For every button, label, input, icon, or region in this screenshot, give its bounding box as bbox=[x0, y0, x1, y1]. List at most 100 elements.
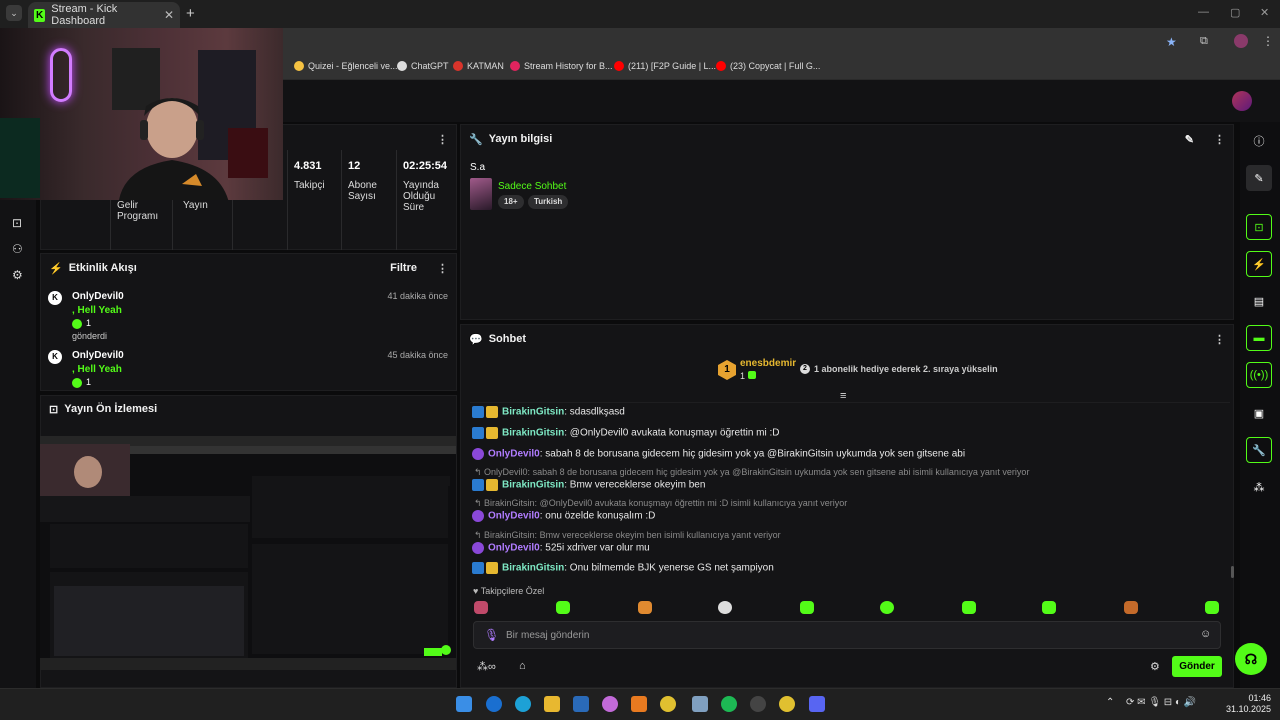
tag-badge[interactable]: 18+ bbox=[498, 195, 524, 209]
gift-icon bbox=[747, 371, 756, 379]
bookmark-item[interactable]: KATMAN bbox=[453, 61, 504, 71]
tab-search-chevron-icon[interactable]: ⌄ bbox=[6, 5, 22, 21]
send-button[interactable]: Gönder bbox=[1172, 656, 1222, 677]
browser-tab[interactable]: K Stream - Kick Dashboard ✕ bbox=[28, 2, 180, 28]
file-explorer-icon[interactable] bbox=[544, 696, 560, 712]
taskbar-clock[interactable]: 01:46 31.10.2025 bbox=[1226, 693, 1271, 715]
activity-feed-title: Etkinlik Akışı bbox=[68, 262, 137, 274]
rank-two-icon: 2 bbox=[800, 364, 810, 374]
broadcast-icon[interactable]: ((•)) bbox=[1246, 362, 1272, 388]
info-icon[interactable]: ⓘ bbox=[1246, 128, 1272, 154]
bookmark-item[interactable]: (211) [F2P Guide | L... bbox=[614, 61, 716, 71]
copilot-icon[interactable] bbox=[602, 696, 618, 712]
gift-cta-text[interactable]: 1 abonelik hediye ederek 2. sıraya yükse… bbox=[814, 364, 998, 374]
chat-bubble-icon[interactable]: ▬ bbox=[1246, 325, 1272, 351]
chat-filter-icon[interactable]: ≡ bbox=[840, 390, 846, 402]
chat-bubble-icon: 💬 bbox=[469, 333, 483, 346]
edit-pencil-icon[interactable]: ✎ bbox=[1246, 165, 1272, 191]
tag-badge[interactable]: Turkish bbox=[528, 195, 569, 209]
tab-close-icon[interactable]: ✕ bbox=[164, 8, 174, 22]
store-icon[interactable]: ⌂ bbox=[519, 660, 526, 672]
spotify-icon[interactable] bbox=[721, 696, 737, 712]
screen-capture-icon[interactable]: ⊡ bbox=[12, 216, 22, 230]
emote-icon[interactable] bbox=[1124, 601, 1138, 614]
followers-only-label: ♥ Takipçilere Özel bbox=[473, 586, 545, 596]
bolt-icon[interactable]: ⚡ bbox=[1246, 251, 1272, 277]
chat-title: Sohbet bbox=[488, 333, 526, 345]
window-close-icon[interactable]: ✕ bbox=[1260, 6, 1269, 19]
vlc-icon[interactable] bbox=[631, 696, 647, 712]
maximize-icon[interactable]: ▢ bbox=[1230, 6, 1240, 19]
emote-icon[interactable] bbox=[962, 601, 976, 614]
discord-icon[interactable] bbox=[809, 696, 825, 712]
emote-icon[interactable] bbox=[880, 601, 894, 614]
kebab-menu-icon[interactable]: ⋮ bbox=[1214, 133, 1225, 146]
emote-icon[interactable] bbox=[1205, 601, 1219, 614]
windows-start-icon[interactable] bbox=[456, 696, 472, 712]
wrench-icon: 🔧 bbox=[469, 133, 483, 146]
stream-preview-video[interactable] bbox=[40, 436, 456, 670]
browser-tab-bar: ⌄ K Stream - Kick Dashboard ✕ + — ▢ ✕ bbox=[0, 0, 1280, 28]
devil-badge-icon bbox=[472, 448, 484, 460]
kebab-menu-icon[interactable]: ⋮ bbox=[1214, 333, 1225, 346]
chat-message: OnlyDevil0: onu özelde konuşalım :D bbox=[472, 510, 655, 522]
emote-icon[interactable] bbox=[800, 601, 814, 614]
stream-info-panel: 🔧 Yayın bilgisi ✎ ⋮ bbox=[460, 124, 1234, 320]
chat-message: BirakinGitsin: @OnlyDevil0 avukata konuş… bbox=[472, 427, 779, 439]
minimize-icon[interactable]: — bbox=[1198, 6, 1209, 18]
users-icon[interactable]: ⚇ bbox=[12, 242, 23, 256]
obs-icon[interactable] bbox=[750, 696, 766, 712]
tray-icons[interactable]: ⟳ ✉ 🎙 ⊟ ◐ 🔊 bbox=[1126, 697, 1196, 708]
browser-menu-icon[interactable]: ⋮ bbox=[1262, 34, 1274, 48]
document-icon[interactable]: ▤ bbox=[1246, 288, 1272, 314]
category-thumbnail[interactable] bbox=[470, 178, 492, 210]
stat-live-duration: 02:25:54 Yayında Olduğu Süre bbox=[396, 150, 457, 250]
chrome-icon[interactable] bbox=[660, 696, 676, 712]
crown-badge-icon bbox=[486, 427, 498, 439]
verified-badge-icon bbox=[472, 427, 484, 439]
emote-icon[interactable] bbox=[718, 601, 732, 614]
new-tab-button[interactable]: + bbox=[186, 5, 195, 22]
chat-input[interactable]: 🎙 Bir mesaj gönderin ☺ bbox=[473, 621, 1221, 649]
kebab-menu-icon[interactable]: ⋮ bbox=[437, 133, 448, 146]
settings-gear-icon[interactable]: ⚙ bbox=[12, 268, 23, 282]
emote-icon[interactable] bbox=[1042, 601, 1056, 614]
chat-settings-icon[interactable]: ⚙ bbox=[1150, 660, 1160, 673]
emote-icon[interactable] bbox=[638, 601, 652, 614]
screen-capture-icon[interactable]: ⊡ bbox=[1246, 214, 1272, 240]
chrome-icon[interactable] bbox=[779, 696, 795, 712]
app-icon[interactable] bbox=[486, 696, 502, 712]
wrench-icon[interactable]: 🔧 bbox=[1246, 437, 1272, 463]
bookmark-item[interactable]: ChatGPT bbox=[397, 61, 449, 71]
kick-points-icon[interactable]: ⁂∞ bbox=[477, 660, 496, 673]
extensions-icon[interactable]: ⧉ bbox=[1200, 35, 1208, 48]
microphone-icon[interactable]: 🎙 bbox=[484, 628, 499, 642]
neon-sign bbox=[50, 48, 72, 102]
emoji-icon[interactable]: ☺ bbox=[1200, 628, 1211, 640]
points-icon[interactable]: ⁂ bbox=[1246, 474, 1272, 500]
left-sidebar: ⊡ ⚇ ⚙ bbox=[0, 200, 36, 688]
layout-icon[interactable]: ▣ bbox=[1246, 400, 1272, 426]
bookmark-item[interactable]: Quizei - Eğlenceli ve... bbox=[294, 61, 398, 71]
profile-avatar[interactable] bbox=[1234, 34, 1248, 48]
filter-button[interactable]: Filtre bbox=[390, 262, 417, 274]
webcam-overlay bbox=[0, 28, 283, 200]
app-icon[interactable] bbox=[692, 696, 708, 712]
edge-icon[interactable] bbox=[515, 696, 531, 712]
emote-icon[interactable] bbox=[556, 601, 570, 614]
tray-chevron-icon[interactable]: ⌃ bbox=[1106, 697, 1114, 708]
kebab-menu-icon[interactable]: ⋮ bbox=[437, 262, 448, 275]
bookmark-star-icon[interactable]: ★ bbox=[1166, 35, 1177, 49]
edit-pencil-icon[interactable]: ✎ bbox=[1185, 133, 1194, 146]
reply-context: ↰ OnlyDevil0: sabah 8 de borusana gidece… bbox=[474, 467, 1030, 477]
store-icon[interactable] bbox=[573, 696, 589, 712]
bookmark-item[interactable]: Stream History for B... bbox=[510, 61, 613, 71]
gift-leader-count: 1 bbox=[740, 371, 756, 381]
user-avatar[interactable] bbox=[1232, 91, 1252, 111]
emote-icon[interactable] bbox=[474, 601, 488, 614]
category-link[interactable]: Sadece Sohbet bbox=[498, 181, 566, 192]
support-chat-icon[interactable]: ☊ bbox=[1235, 643, 1267, 675]
chat-scrollbar[interactable] bbox=[1231, 566, 1234, 578]
gift-leader-user[interactable]: enesbdemir bbox=[740, 358, 796, 369]
bookmark-item[interactable]: (23) Copycat | Full G... bbox=[716, 61, 820, 71]
